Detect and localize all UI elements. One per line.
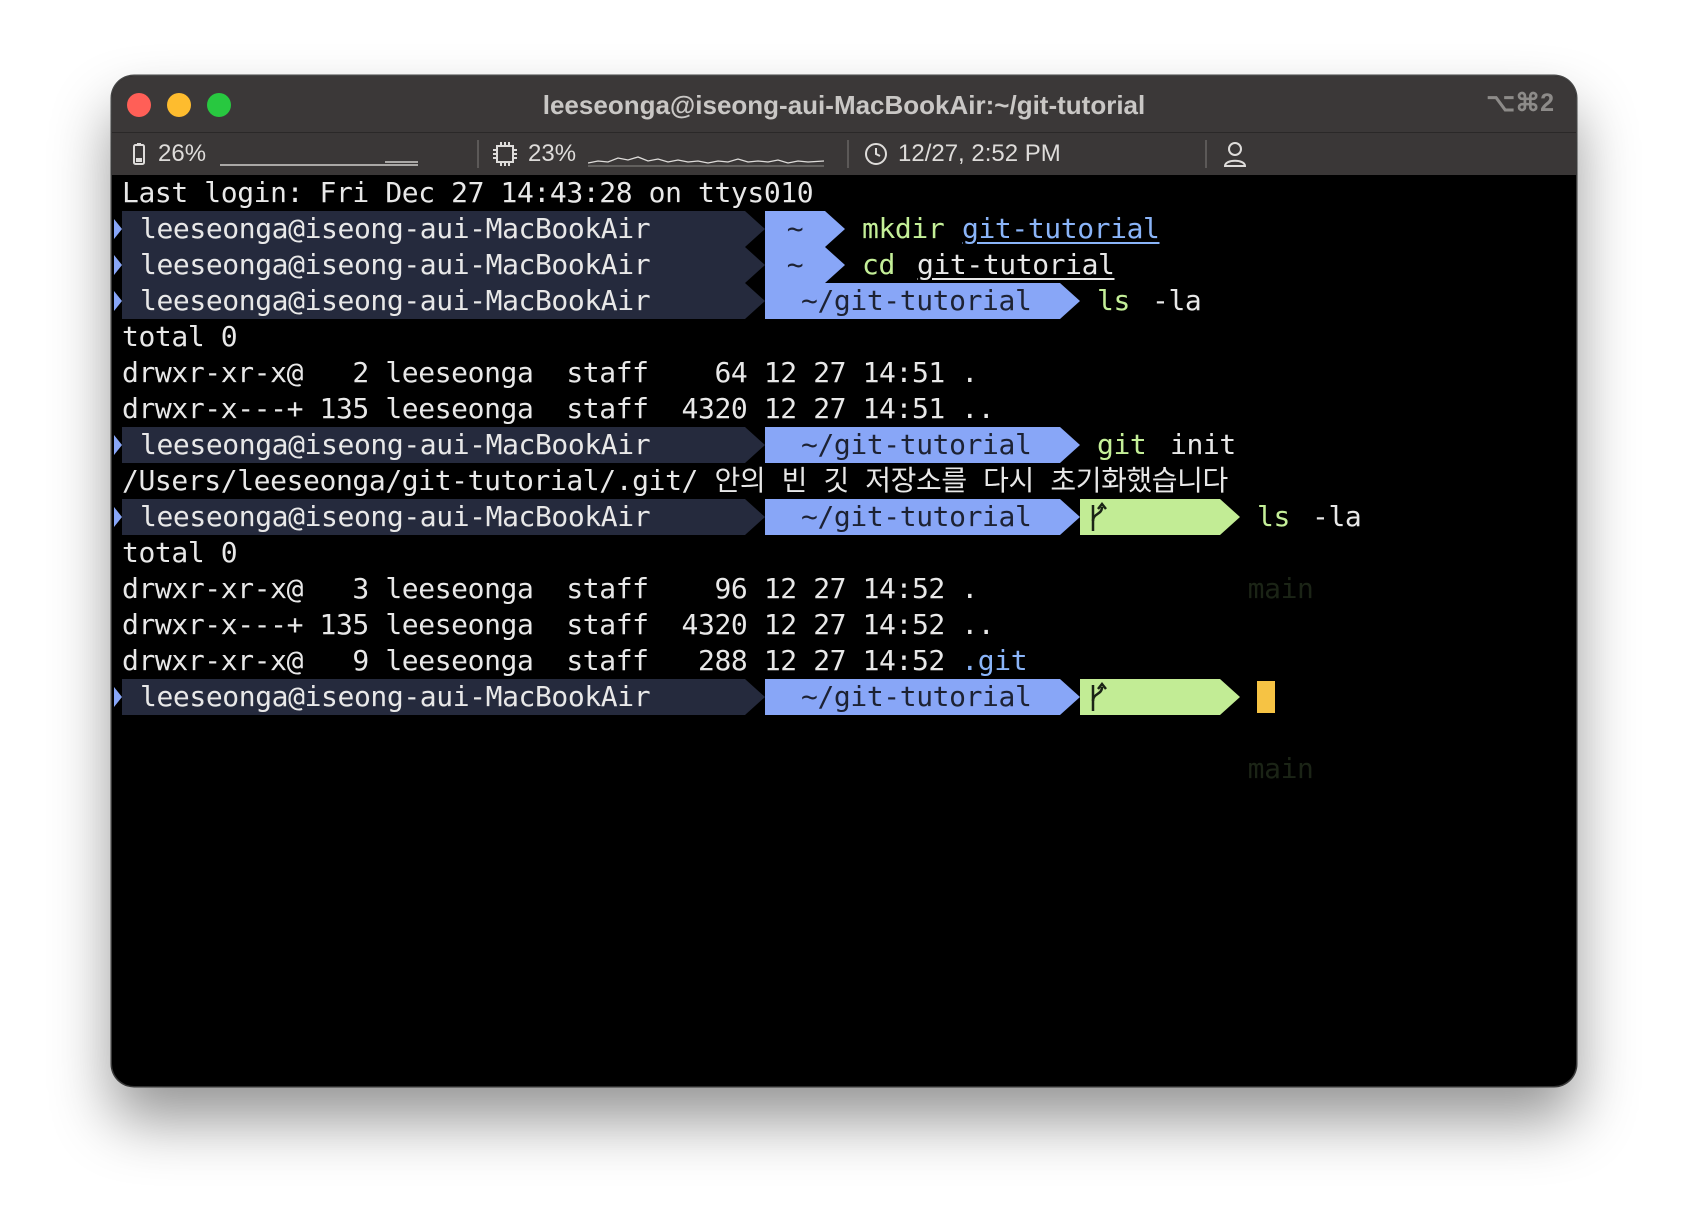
- battery-percent: 26%: [158, 140, 207, 167]
- cpu-percent: 23%: [528, 140, 577, 167]
- prompt-user: leeseonga@iseong-aui-MacBookAir: [122, 247, 745, 283]
- status-separator: [477, 140, 479, 168]
- battery-status: 26%: [132, 133, 419, 175]
- powerline-arrow-icon: [745, 211, 765, 247]
- user-status: [1223, 133, 1247, 175]
- command-argument: -la: [1152, 284, 1202, 317]
- user-icon: [1223, 142, 1247, 167]
- cpu-graph: [588, 156, 825, 167]
- powerline-arrow-icon: [745, 247, 765, 283]
- powerline-arrow-icon: [825, 211, 845, 247]
- output-line: drwxr-x---+ 135 leeseonga staff 4320 12 …: [122, 608, 995, 641]
- command-name: mkdir: [862, 212, 945, 245]
- prompt-user: leeseonga@iseong-aui-MacBookAir: [122, 427, 745, 463]
- prompt-branch: main: [1080, 499, 1314, 605]
- branch-name: main: [1247, 752, 1314, 785]
- git-branch-icon: [1091, 501, 1107, 531]
- terminal-window: leeseonga@iseong-aui-MacBookAir:~/git-tu…: [112, 76, 1576, 1086]
- powerline-arrow-icon: [1220, 679, 1240, 715]
- prompt-path: ~/git-tutorial: [765, 427, 1060, 463]
- prompt-caret-icon: [114, 435, 122, 455]
- command-argument: git-tutorial: [917, 248, 1115, 281]
- datetime: 12/27, 2:52 PM: [898, 140, 1061, 167]
- output-text: drwxr-xr-x@ 9 leeseonga staff 288 12 27 …: [122, 644, 962, 677]
- prompt-user: leeseonga@iseong-aui-MacBookAir: [122, 211, 745, 247]
- prompt-user: leeseonga@iseong-aui-MacBookAir: [122, 499, 745, 535]
- command-name: ls: [1257, 500, 1290, 533]
- powerline-arrow-icon: [1060, 499, 1080, 535]
- status-bar: 26% 23% 12/27, 2:52 PM: [112, 133, 1576, 175]
- status-separator: [1205, 140, 1207, 168]
- powerline-arrow-icon: [745, 499, 765, 535]
- prompt-path: ~/git-tutorial: [765, 283, 1060, 319]
- prompt-user: leeseonga@iseong-aui-MacBookAir: [122, 679, 745, 715]
- powerline-arrow-icon: [745, 679, 765, 715]
- powerline-arrow-icon: [1060, 283, 1080, 319]
- dotfile-name: .git: [961, 644, 1028, 677]
- prompt-branch: main: [1080, 679, 1314, 785]
- prompt-caret-icon: [114, 255, 122, 275]
- prompt-caret-icon: [114, 219, 122, 239]
- prompt-path: ~/git-tutorial: [765, 499, 1060, 535]
- cpu-status: 23%: [492, 133, 825, 175]
- prompt-path: ~: [765, 211, 825, 247]
- battery-graph: [220, 161, 419, 166]
- powerline-arrow-icon: [745, 283, 765, 319]
- title-bar: leeseonga@iseong-aui-MacBookAir:~/git-tu…: [112, 76, 1576, 133]
- command-name: cd: [862, 248, 895, 281]
- clock-icon: [865, 143, 887, 165]
- powerline-arrow-icon: [1220, 499, 1240, 535]
- command-argument: git-tutorial: [962, 212, 1160, 245]
- command-name: git: [1097, 428, 1147, 461]
- output-line: total 0: [122, 536, 238, 569]
- command-argument: init: [1170, 428, 1236, 461]
- output-line: drwxr-x---+ 135 leeseonga staff 4320 12 …: [122, 392, 995, 425]
- powerline-arrow-icon: [745, 427, 765, 463]
- prompt-caret-icon: [114, 507, 122, 527]
- output-line: total 0: [122, 320, 238, 353]
- text-cursor[interactable]: [1257, 681, 1275, 713]
- battery-icon: [133, 143, 145, 165]
- cpu-icon: [493, 142, 517, 166]
- branch-name: main: [1247, 572, 1314, 605]
- terminal-output[interactable]: Last login: Fri Dec 27 14:43:28 on ttys0…: [114, 175, 1576, 1086]
- prompt-user: leeseonga@iseong-aui-MacBookAir: [122, 283, 745, 319]
- prompt-caret-icon: [114, 687, 122, 707]
- prompt-caret-icon: [114, 291, 122, 311]
- powerline-arrow-icon: [1060, 679, 1080, 715]
- output-line: drwxr-xr-x@ 9 leeseonga staff 288 12 27 …: [122, 643, 1028, 679]
- powerline-arrow-icon: [825, 247, 845, 283]
- output-line: /Users/leeseonga/git-tutorial/.git/ 안의 빈…: [122, 464, 1228, 497]
- prompt-path: ~/git-tutorial: [765, 679, 1060, 715]
- command-argument: -la: [1312, 500, 1362, 533]
- output-line: drwxr-xr-x@ 3 leeseonga staff 96 12 27 1…: [122, 572, 978, 605]
- window-title: leeseonga@iseong-aui-MacBookAir:~/git-tu…: [542, 90, 1146, 120]
- status-separator: [847, 140, 849, 168]
- output-line: drwxr-xr-x@ 2 leeseonga staff 64 12 27 1…: [122, 356, 978, 389]
- window-shortcut: ⌥⌘2: [1486, 89, 1554, 117]
- command-name: ls: [1097, 284, 1130, 317]
- prompt-path: ~: [765, 247, 825, 283]
- powerline-arrow-icon: [1060, 427, 1080, 463]
- login-line: Last login: Fri Dec 27 14:43:28 on ttys0…: [122, 176, 814, 209]
- clock-status: 12/27, 2:52 PM: [864, 133, 1061, 175]
- git-branch-icon: [1091, 681, 1107, 711]
